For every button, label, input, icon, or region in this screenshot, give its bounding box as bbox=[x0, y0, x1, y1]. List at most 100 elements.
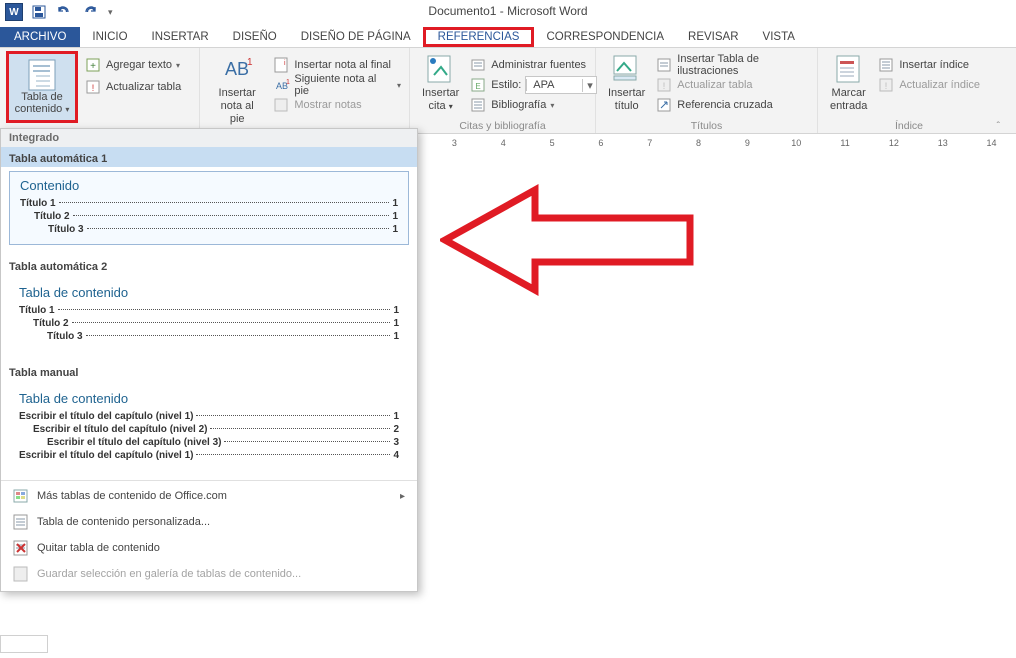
tab-correspondencia[interactable]: CORRESPONDENCIA bbox=[534, 27, 676, 47]
tab-referencias[interactable]: REFERENCIAS bbox=[423, 27, 535, 47]
ruler-mark: 14 bbox=[967, 138, 1016, 148]
save-to-gallery-button: Guardar selección en galería de tablas d… bbox=[1, 561, 417, 587]
svg-text:!: ! bbox=[885, 81, 888, 91]
ruler-mark: 7 bbox=[625, 138, 674, 148]
update-table-icon: ! bbox=[86, 79, 102, 95]
ruler-mark: 10 bbox=[772, 138, 821, 148]
office-icon bbox=[13, 488, 29, 504]
ruler-mark: 3 bbox=[430, 138, 479, 148]
toc-preview-line: Título 21 bbox=[20, 210, 398, 223]
word-app-icon: W bbox=[5, 3, 23, 21]
more-toc-office-button[interactable]: Más tablas de contenido de Office.com ▸ bbox=[1, 483, 417, 509]
tab-archivo[interactable]: ARCHIVO bbox=[0, 27, 80, 47]
ribbon: Tabla decontenido ▾ + Agregar texto ▾ ! … bbox=[0, 48, 1016, 134]
toc-preview-line: Escribir el título del capítulo (nivel 1… bbox=[19, 449, 399, 462]
cross-reference-button[interactable]: Referencia cruzada bbox=[655, 95, 811, 115]
preview-title: Tabla de contenido bbox=[19, 285, 399, 304]
style-value: APA bbox=[526, 79, 582, 91]
tab-insertar[interactable]: INSERTAR bbox=[140, 27, 221, 47]
preview-title: Contenido bbox=[20, 178, 398, 197]
mark-entry-button[interactable]: Marcarentrada bbox=[824, 51, 873, 115]
add-text-button[interactable]: + Agregar texto ▾ bbox=[84, 55, 183, 75]
remove-toc-button[interactable]: Quitar tabla de contenido bbox=[1, 535, 417, 561]
ruler-mark: 4 bbox=[479, 138, 528, 148]
redo-icon[interactable] bbox=[82, 5, 98, 19]
svg-text:1: 1 bbox=[286, 79, 290, 86]
toc-preview-line: Título 11 bbox=[20, 197, 398, 210]
table-of-contents-button[interactable]: Tabla decontenido ▾ bbox=[6, 51, 78, 123]
tab-diseno[interactable]: DISEÑO bbox=[221, 27, 289, 47]
ruler-mark: 5 bbox=[528, 138, 577, 148]
title-bar: W ▾ Documento1 - Microsoft Word bbox=[0, 0, 1016, 24]
manage-sources-button[interactable]: Administrar fuentes bbox=[469, 55, 599, 75]
bibliography-button[interactable]: Bibliografía ▾ bbox=[469, 95, 599, 115]
ruler-mark: 13 bbox=[918, 138, 967, 148]
bibliography-icon bbox=[471, 97, 487, 113]
tab-diseno-pagina[interactable]: DISEÑO DE PÁGINA bbox=[289, 27, 423, 47]
svg-text:!: ! bbox=[92, 83, 95, 93]
svg-text:AB: AB bbox=[225, 59, 249, 79]
show-notes-icon bbox=[274, 97, 290, 113]
svg-text:!: ! bbox=[663, 81, 666, 91]
toc-preview-line: Título 21 bbox=[19, 317, 399, 330]
ruler-mark: 6 bbox=[576, 138, 625, 148]
callout-arrow-icon bbox=[440, 180, 700, 300]
toc-preview-line: Escribir el título del capítulo (nivel 2… bbox=[19, 423, 399, 436]
style-icon: E bbox=[471, 77, 487, 93]
manage-sources-icon bbox=[471, 57, 487, 73]
next-footnote-button[interactable]: AB1 Siguiente nota al pie ▾ bbox=[272, 75, 403, 95]
quick-access-toolbar: ▾ bbox=[28, 5, 113, 19]
gallery-item-auto1-preview[interactable]: Contenido Título 11Título 21Título 31 bbox=[9, 171, 409, 245]
ruler-mark: 12 bbox=[869, 138, 918, 148]
caption-icon bbox=[611, 53, 643, 85]
update-table-button[interactable]: ! Actualizar tabla bbox=[84, 77, 183, 97]
tab-vista[interactable]: VISTA bbox=[751, 27, 807, 47]
toc-preview-line: Título 31 bbox=[20, 223, 398, 236]
footnote-icon: AB1 bbox=[221, 53, 253, 85]
insert-index-icon bbox=[879, 57, 895, 73]
gallery-item-manual-title[interactable]: Tabla manual bbox=[1, 361, 417, 381]
custom-toc-button[interactable]: Tabla de contenido personalizada... bbox=[1, 509, 417, 535]
next-footnote-icon: AB1 bbox=[274, 77, 290, 93]
document-title: Documento1 - Microsoft Word bbox=[428, 4, 587, 18]
group-index-label: Índice bbox=[818, 120, 1000, 132]
update-index-icon: ! bbox=[879, 77, 895, 93]
gallery-item-auto1-title[interactable]: Tabla automática 1 bbox=[1, 147, 417, 167]
svg-text:E: E bbox=[476, 82, 481, 91]
toc-preview-line: Escribir el título del capítulo (nivel 3… bbox=[19, 436, 399, 449]
gallery-item-auto2-preview[interactable]: Tabla de contenido Título 11Título 21Tít… bbox=[9, 279, 409, 351]
insert-citation-button[interactable]: Insertarcita ▾ bbox=[416, 51, 465, 115]
group-citations-label: Citas y bibliografía bbox=[410, 120, 595, 132]
document-corner bbox=[0, 635, 48, 653]
mark-entry-icon bbox=[833, 53, 865, 85]
gallery-item-auto2-title[interactable]: Tabla automática 2 bbox=[1, 255, 417, 275]
group-captions-label: Títulos bbox=[596, 120, 817, 132]
ruler-mark: 9 bbox=[723, 138, 772, 148]
crossref-icon bbox=[657, 97, 673, 113]
insert-footnote-button[interactable]: AB1 Insertarnota al pie bbox=[206, 51, 268, 128]
citation-style-select[interactable]: E Estilo: APA ▾ bbox=[469, 75, 599, 95]
update-captions-icon: ! bbox=[657, 77, 673, 93]
toc-preview-line: Título 31 bbox=[19, 330, 399, 343]
insert-index-button[interactable]: Insertar índice bbox=[877, 55, 982, 75]
table-figures-icon bbox=[657, 57, 673, 73]
toc-gallery-dropdown: Integrado Tabla automática 1 Contenido T… bbox=[0, 128, 418, 592]
remove-toc-icon bbox=[13, 540, 29, 556]
add-text-icon: + bbox=[86, 57, 102, 73]
tab-revisar[interactable]: REVISAR bbox=[676, 27, 751, 47]
insert-endnote-button[interactable]: i Insertar nota al final bbox=[272, 55, 403, 75]
endnote-icon: i bbox=[274, 57, 290, 73]
svg-text:+: + bbox=[90, 61, 96, 72]
tab-inicio[interactable]: INICIO bbox=[80, 27, 139, 47]
ribbon-collapse-icon[interactable]: ˆ bbox=[997, 121, 1000, 132]
preview-title: Tabla de contenido bbox=[19, 391, 399, 410]
style-caret-icon[interactable]: ▾ bbox=[582, 79, 596, 92]
insert-caption-button[interactable]: Insertartítulo bbox=[602, 51, 651, 115]
ruler-mark: 11 bbox=[821, 138, 870, 148]
undo-icon[interactable] bbox=[56, 5, 72, 19]
horizontal-ruler: 34567891011121314 bbox=[430, 134, 1016, 152]
save-icon[interactable] bbox=[32, 5, 46, 19]
insert-table-figures-button[interactable]: Insertar Tabla de ilustraciones bbox=[655, 55, 811, 75]
gallery-item-manual-preview[interactable]: Tabla de contenido Escribir el título de… bbox=[9, 385, 409, 470]
qat-customize-caret-icon[interactable]: ▾ bbox=[108, 7, 113, 18]
